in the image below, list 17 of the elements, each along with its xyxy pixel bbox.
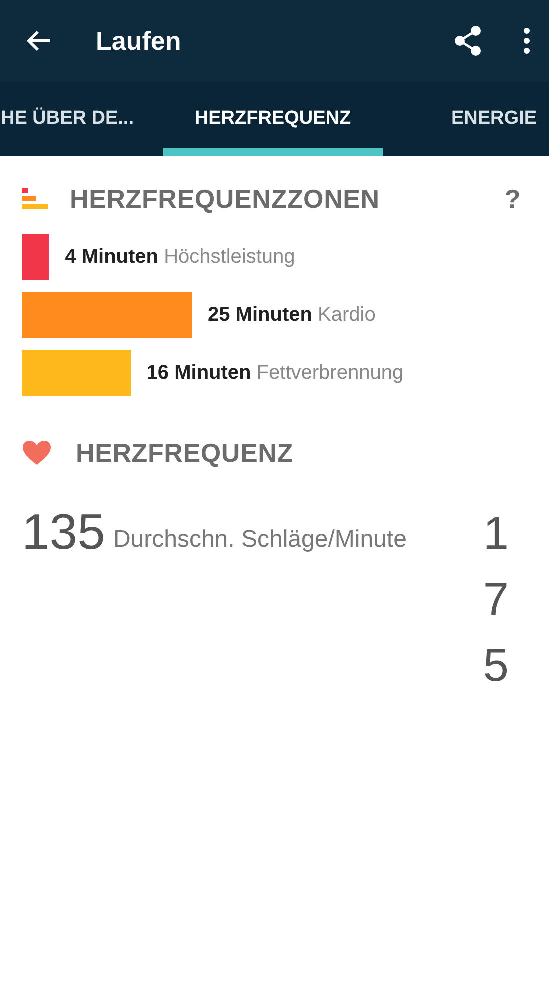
tab[interactable]: HE ÜBER DE... (0, 82, 140, 156)
help-button[interactable]: ? (504, 184, 521, 214)
tab[interactable]: ENERGIE (383, 82, 549, 156)
stat-value: 175 (483, 506, 509, 693)
section-title: HERZFREQUENZ (76, 438, 294, 468)
more-icon[interactable] (523, 28, 531, 54)
average-label: Durchschn. Schläge/Minute (113, 525, 408, 555)
zone-text: 25 Minuten Kardio (208, 304, 376, 326)
average-value: 135 (22, 503, 106, 562)
share-icon[interactable] (453, 25, 483, 57)
tab[interactable]: HERZFREQUENZ (163, 82, 383, 156)
zone-text: 4 Minuten Höchstleistung (65, 246, 296, 268)
zones-icon (22, 188, 48, 210)
section-title: HERZFREQUENZZONEN (70, 184, 381, 214)
zone-text: 16 Minuten Fettverbrennung (146, 362, 404, 384)
heart-icon (22, 440, 52, 466)
screen-title: Laufen (96, 26, 182, 56)
